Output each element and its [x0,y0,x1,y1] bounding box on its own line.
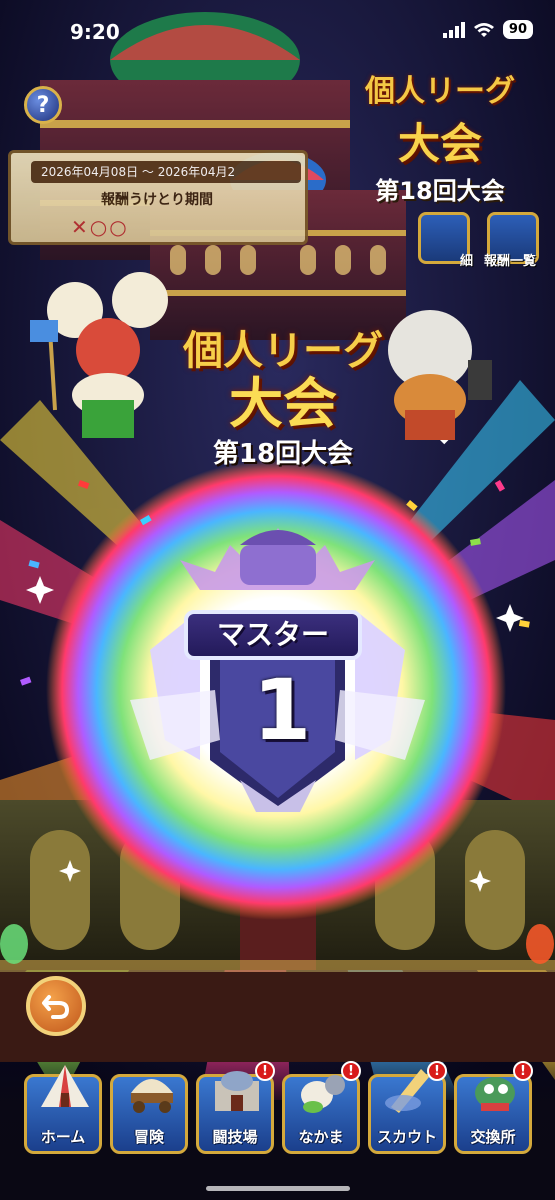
league-title-small-line3: 第18回大会 [375,177,505,205]
nav-scout-badge: ! [427,1061,447,1081]
reward-list-button-label: 報酬一覧 [484,254,537,269]
event-dates: 2026年04月08日 ～ 2026年04月2 [31,161,301,183]
league-title-small-line1: 個人リーグ [365,74,515,109]
nav-arena-badge: ! [255,1061,275,1081]
league-title-small-line2: 大会 [397,119,482,168]
nav-scout[interactable]: ! スカウト [368,1061,447,1154]
home-indicator[interactable] [206,1186,350,1191]
rank-label: マスター [184,610,362,660]
battery-level: 90 [502,20,533,39]
nav-exchange-label: 交換所 [470,1128,516,1146]
bottom-nav: ホーム 冒険 ! 闘技場 ! なかま ! スカウト ! 交換所 [0,1060,555,1200]
league-title-small: 個人リーグ 大会 第18回大会 [340,66,540,216]
nav-arena-label: 闘技場 [212,1128,258,1146]
league-title-line2: 大会 [229,372,337,435]
help-button[interactable]: ? [24,86,62,124]
status-icons: 90 [442,20,533,39]
wifi-icon [473,22,494,37]
nav-scout-label: スカウト [376,1128,437,1146]
league-title: 個人リーグ 大会 第18回大会 [158,318,408,478]
reward-period-label: 報酬うけとり期間 [101,192,213,208]
details-button-label: 細 [460,254,474,269]
nav-arena[interactable]: ! 闘技場 [196,1061,275,1154]
tent-icon [41,1065,89,1107]
status-bar: 9:20 90 [0,0,555,64]
signal-icon [442,21,465,38]
nav-adventure-label: 冒険 [133,1128,164,1146]
nav-friends[interactable]: ! なかま [282,1061,361,1154]
nav-home-label: ホーム [40,1128,86,1146]
nav-exchange[interactable]: ! 交換所 [454,1061,533,1154]
league-title-line3: 第18回大会 [212,438,354,469]
nav-adventure[interactable]: 冒険 [110,1074,188,1154]
rank-number: 1 [252,661,312,759]
nav-home[interactable]: ホーム [24,1065,102,1154]
back-arrow-icon [42,995,70,1019]
nav-exchange-badge: ! [513,1061,533,1081]
back-button[interactable] [26,976,86,1036]
reward-period-panel: 2026年04月08日 ～ 2026年04月2 報酬うけとり期間 ✕○○ [8,150,308,245]
league-title-line1: 個人リーグ [183,328,383,374]
wagon-icon [131,1079,173,1113]
question-icon: ? [36,92,50,118]
nav-friends-badge: ! [341,1061,361,1081]
status-time: 9:20 [70,20,120,44]
match-results: ✕○○ [71,215,129,239]
nav-friends-label: なかま [298,1128,344,1146]
